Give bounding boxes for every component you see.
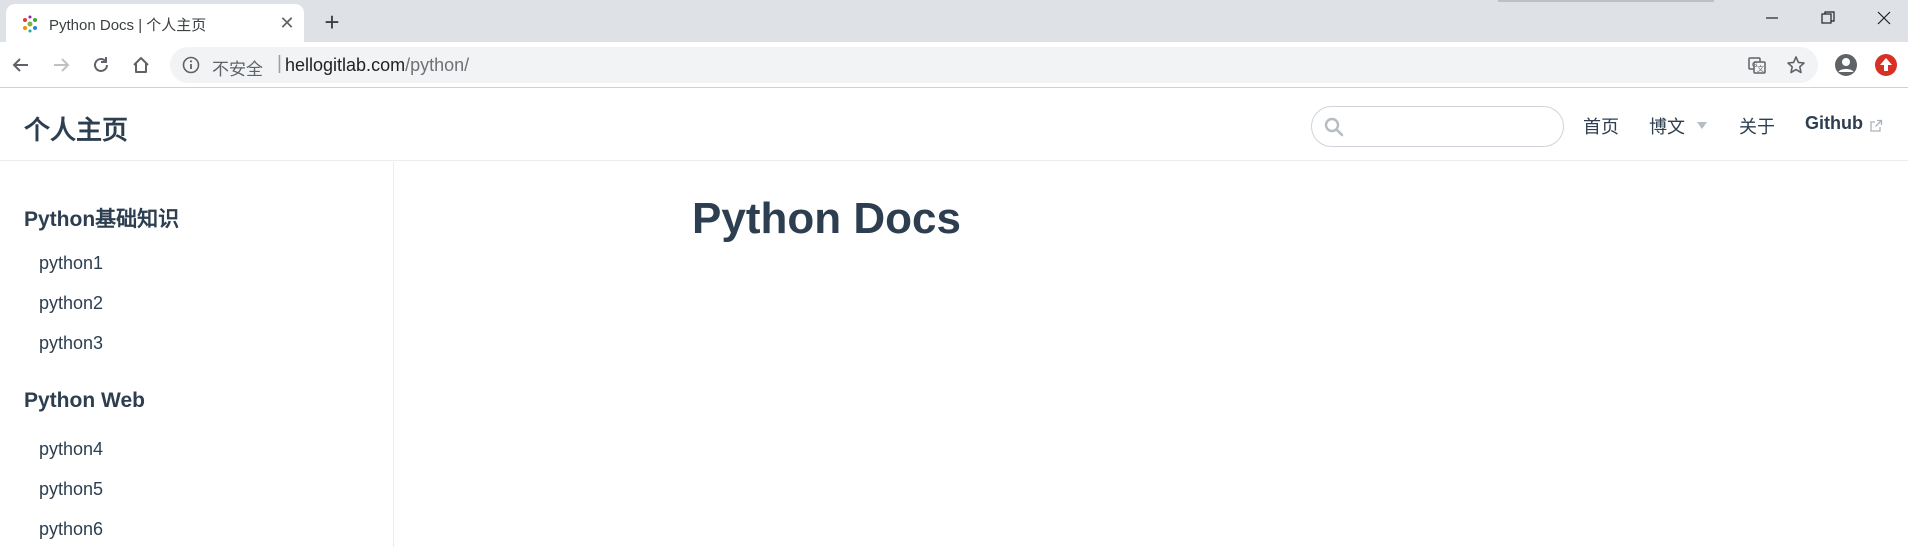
sidebar-item-python3[interactable]: python3 [39, 333, 103, 354]
security-label: 不安全 [212, 60, 263, 79]
site-header: 个人主页 首页 博文 关于 Github [0, 89, 1908, 161]
sidebar-item-python1[interactable]: python1 [39, 253, 103, 274]
sidebar-item-python2[interactable]: python2 [39, 293, 103, 314]
nav-github[interactable]: Github [1805, 113, 1863, 134]
url-text[interactable]: hellogitlab.com/python/ [285, 55, 469, 76]
sidebar-item-python5[interactable]: python5 [39, 479, 103, 500]
back-icon[interactable] [6, 50, 36, 80]
sidebar-item-python4[interactable]: python4 [39, 439, 103, 460]
url-host: hellogitlab.com [285, 55, 406, 75]
nav-about[interactable]: 关于 [1739, 113, 1775, 139]
site-title[interactable]: 个人主页 [24, 110, 128, 147]
search-icon [1324, 117, 1344, 137]
profile-icon[interactable] [1834, 53, 1858, 77]
minimize-icon[interactable] [1744, 0, 1800, 36]
url-separator: | [277, 53, 282, 74]
forward-icon[interactable] [46, 50, 76, 80]
sidebar: Python基础知识 python1 python2 python3 Pytho… [0, 162, 394, 547]
external-link-icon [1870, 119, 1883, 132]
favicon-icon [23, 15, 37, 33]
translate-icon[interactable]: G 文 [1747, 55, 1767, 75]
close-window-icon[interactable] [1856, 0, 1908, 36]
sidebar-group-title[interactable]: Python Web [24, 389, 145, 413]
new-tab-button[interactable]: + [318, 8, 346, 36]
info-icon[interactable] [182, 56, 200, 74]
tab-title: Python Docs | 个人主页 [49, 17, 207, 34]
reload-icon[interactable] [86, 50, 116, 80]
url-path: /python/ [405, 55, 470, 75]
home-icon[interactable] [126, 50, 156, 80]
browser-toolbar: 不安全 | hellogitlab.com/python/ G 文 [0, 42, 1908, 88]
sidebar-group-title[interactable]: Python基础知识 [24, 203, 179, 233]
browser-titlebar: Python Docs | 个人主页 ✕ + [0, 0, 1908, 42]
search-input[interactable] [1352, 113, 1552, 141]
nav-blog[interactable]: 博文 [1649, 113, 1685, 139]
browser-tab[interactable]: Python Docs | 个人主页 ✕ [6, 4, 304, 42]
window-edge [1498, 0, 1714, 2]
update-icon[interactable] [1874, 53, 1898, 77]
sidebar-item-python6[interactable]: python6 [39, 519, 103, 540]
page-title: Python Docs [692, 194, 961, 243]
nav-home[interactable]: 首页 [1583, 113, 1619, 139]
chevron-down-icon[interactable] [1697, 122, 1707, 129]
svg-text:文: 文 [1757, 64, 1764, 73]
maximize-icon[interactable] [1800, 0, 1856, 36]
address-bar[interactable]: 不安全 | hellogitlab.com/python/ G 文 [170, 47, 1818, 83]
tab-close-icon[interactable]: ✕ [276, 12, 298, 34]
star-icon[interactable] [1786, 55, 1806, 75]
search-box[interactable] [1311, 106, 1564, 147]
